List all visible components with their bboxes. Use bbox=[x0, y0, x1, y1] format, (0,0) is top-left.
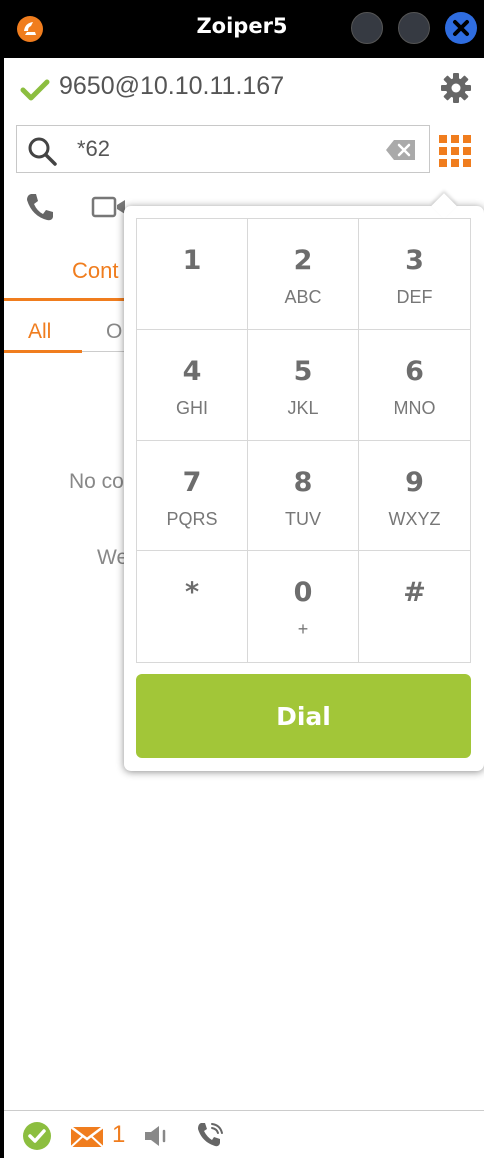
search-box bbox=[16, 125, 430, 173]
search-input[interactable] bbox=[77, 134, 367, 164]
dialpad-key-4[interactable]: 4 GHI bbox=[137, 329, 248, 441]
backspace-icon[interactable] bbox=[385, 139, 417, 161]
subtab-divider bbox=[82, 351, 128, 352]
key-letters: GHI bbox=[175, 397, 208, 418]
key-letters: JKL bbox=[287, 397, 319, 418]
tab-active-indicator bbox=[4, 298, 128, 301]
dialpad-key-1[interactable]: 1 bbox=[137, 219, 248, 330]
key-letters: MNO bbox=[393, 397, 436, 418]
speaker-icon[interactable] bbox=[142, 1124, 176, 1148]
subtab-active-indicator bbox=[4, 350, 82, 353]
empty-list-text: No co bbox=[69, 470, 124, 493]
key-digit: 8 bbox=[293, 466, 313, 498]
account-id[interactable]: 9650@10.10.11.167 bbox=[59, 72, 284, 101]
key-letters: + bbox=[297, 619, 309, 640]
keypad-grid-icon[interactable] bbox=[438, 134, 472, 168]
key-letters: TUV bbox=[285, 508, 321, 529]
minimize-button[interactable] bbox=[351, 12, 383, 44]
key-digit: 1 bbox=[182, 245, 202, 276]
key-digit: * bbox=[184, 577, 200, 609]
key-digit: # bbox=[403, 577, 426, 609]
key-digit: 9 bbox=[405, 466, 424, 498]
key-digit: 3 bbox=[405, 245, 424, 276]
dialpad-key-5[interactable]: 5 JKL bbox=[248, 329, 359, 441]
tab-contacts[interactable]: Cont bbox=[72, 258, 118, 284]
key-digit: 0 bbox=[293, 577, 313, 609]
search-icon bbox=[28, 137, 57, 166]
dialpad-key-2[interactable]: 2 ABC bbox=[248, 219, 359, 330]
dial-button[interactable]: Dial bbox=[136, 674, 471, 758]
key-letters: ABC bbox=[284, 287, 322, 307]
dialpad-key-7[interactable]: 7 PQRS bbox=[137, 440, 248, 552]
subtab-all[interactable]: All bbox=[28, 320, 51, 344]
dialpad-key-star[interactable]: * bbox=[137, 551, 248, 662]
key-letters: WXYZ bbox=[388, 508, 441, 529]
subtab-other[interactable]: O bbox=[106, 320, 122, 344]
key-digit: 2 bbox=[293, 245, 313, 276]
keypad-grid: 1 2 ABC 3 DEF 4 GHI 5 JKL 6 MNO 7 PQRS 8 TUV 9 W… bbox=[136, 218, 471, 663]
gear-icon[interactable] bbox=[440, 72, 472, 104]
dialpad-key-6[interactable]: 6 MNO bbox=[359, 329, 470, 441]
mail-icon[interactable] bbox=[70, 1126, 104, 1148]
dialpad-key-hash[interactable]: # bbox=[359, 551, 470, 662]
dialpad-popup: 1 2 ABC 3 DEF 4 GHI 5 JKL 6 MNO 7 PQRS 8 TUV 9 W… bbox=[124, 193, 484, 771]
phone-icon[interactable] bbox=[24, 191, 56, 223]
key-digit: 5 bbox=[293, 355, 313, 387]
key-digit: 4 bbox=[182, 355, 202, 387]
check-circle-icon[interactable] bbox=[22, 1121, 52, 1151]
maximize-button[interactable] bbox=[398, 12, 430, 44]
title-bar: Zoiper5 bbox=[0, 0, 484, 58]
handset-icon[interactable] bbox=[195, 1119, 227, 1151]
key-letters: PQRS bbox=[166, 508, 218, 529]
close-button[interactable] bbox=[445, 12, 477, 44]
dialpad-key-9[interactable]: 9 WXYZ bbox=[359, 440, 470, 552]
dialpad-key-8[interactable]: 8 TUV bbox=[248, 440, 359, 552]
key-digit: 6 bbox=[405, 355, 424, 387]
check-icon bbox=[20, 79, 50, 101]
key-digit: 7 bbox=[182, 466, 202, 498]
mail-count[interactable]: 1 bbox=[112, 1121, 125, 1149]
close-icon bbox=[453, 20, 469, 36]
key-letters: DEF bbox=[396, 287, 433, 307]
statusbar-divider bbox=[4, 1110, 484, 1111]
dialpad-key-0[interactable]: 0 + bbox=[248, 551, 359, 662]
dialpad-key-3[interactable]: 3 DEF bbox=[359, 219, 470, 330]
